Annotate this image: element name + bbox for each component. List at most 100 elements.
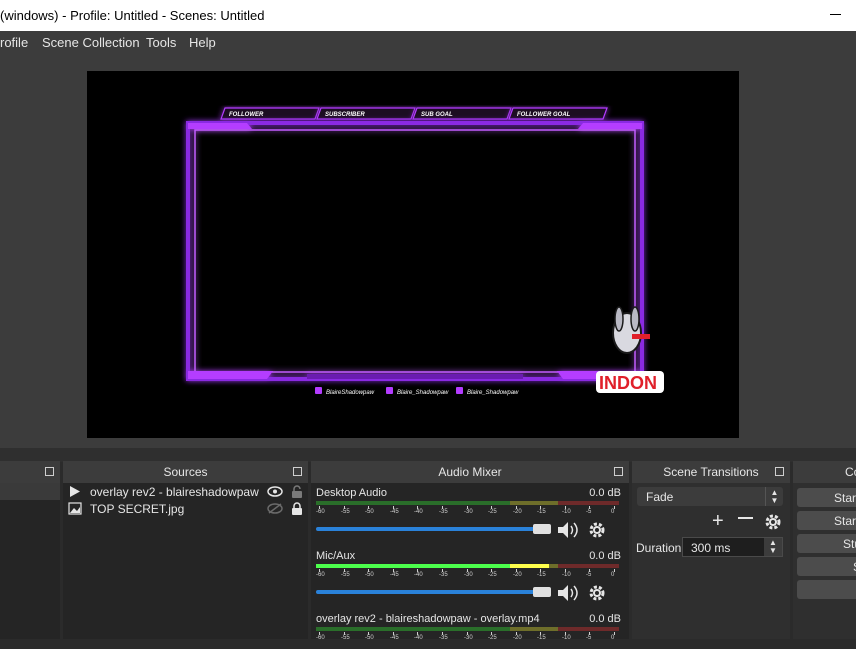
start-streaming-button[interactable]: Start xyxy=(797,488,856,507)
channel-db: 0.0 dB xyxy=(589,550,621,562)
float-icon[interactable] xyxy=(614,467,623,476)
menu-scene-collection[interactable]: Scene Collection xyxy=(42,35,140,50)
volume-meter xyxy=(316,564,619,568)
transition-select[interactable]: Fade ▲ ▼ xyxy=(637,487,783,506)
gear-icon[interactable] xyxy=(588,584,606,602)
source-item[interactable]: overlay rev2 - blaireshadowpaw - o xyxy=(63,484,308,501)
spinner-icon[interactable]: ▲ ▼ xyxy=(764,538,782,556)
volume-slider-handle[interactable] xyxy=(533,524,551,534)
meter-tick-label: -45 xyxy=(390,635,399,641)
speaker-icon[interactable] xyxy=(557,584,579,602)
menu-help[interactable]: Help xyxy=(189,35,216,50)
eye-hidden-icon[interactable] xyxy=(267,503,283,514)
minimize-icon[interactable] xyxy=(830,14,841,15)
source-label: TOP SECRET.jpg xyxy=(90,502,185,516)
gear-icon[interactable] xyxy=(588,521,606,539)
float-icon[interactable] xyxy=(45,467,54,476)
dock-splitter[interactable] xyxy=(0,448,856,462)
meter-tick-label: -50 xyxy=(365,635,374,641)
meter-tick-label: -35 xyxy=(439,635,448,641)
scenes-dock-title xyxy=(0,461,60,483)
meter-tick-label: -25 xyxy=(488,635,497,641)
meter-tick-label: -5 xyxy=(586,572,592,578)
duration-input[interactable]: 300 ms ▲ ▼ xyxy=(682,537,783,557)
float-icon[interactable] xyxy=(775,467,784,476)
channel-name: Desktop Audio xyxy=(316,487,387,499)
meter-tick-label: -15 xyxy=(537,635,546,641)
menu-profile[interactable]: rofile xyxy=(0,35,28,50)
meter-tick-label: -15 xyxy=(537,509,546,515)
preview-canvas[interactable]: FOLLOWER SUBSCRIBER SUB GOAL FOLLOWER GO… xyxy=(87,71,739,438)
volume-slider[interactable] xyxy=(316,527,550,531)
source-item[interactable]: TOP SECRET.jpg xyxy=(63,501,308,518)
lock-icon[interactable] xyxy=(291,502,303,516)
sources-list[interactable]: overlay rev2 - blaireshadowpaw - o TOP S… xyxy=(63,483,308,639)
volume-slider-handle[interactable] xyxy=(533,587,551,597)
transition-selected: Fade xyxy=(646,490,674,504)
meter-tick-label: -10 xyxy=(562,509,571,515)
mixer-channel: Desktop Audio 0.0 dB -60 -55 -50 -45 -40 -35-… xyxy=(311,483,629,545)
meter-tick-label: -40 xyxy=(414,635,423,641)
meter-tick-label: -30 xyxy=(464,572,473,578)
source-label: overlay rev2 - blaireshadowpaw - o xyxy=(90,485,260,499)
meter-tick-label: -20 xyxy=(513,509,522,515)
meter-tick-label: -60 xyxy=(316,509,325,515)
sources-title: Sources xyxy=(163,465,208,479)
logo-text: INDON xyxy=(599,373,657,393)
unlock-icon[interactable] xyxy=(291,485,303,499)
meter-ticks: -60 -55 -50 -45 -40 -35 -30 -25 -20 -15 -10 -5 0 xyxy=(316,506,621,518)
indon-logo: INDON Indonesian Donkey Studio xyxy=(596,306,664,397)
meter-tick-label: -35 xyxy=(439,572,448,578)
channel-db: 0.0 dB xyxy=(589,487,621,499)
goal-bars: FOLLOWER SUBSCRIBER SUB GOAL FOLLOWER GO… xyxy=(220,107,608,120)
start-recording-button[interactable]: Start xyxy=(797,511,856,530)
social-twitter: BlaireShadowpaw xyxy=(326,390,375,396)
scene-row-selected[interactable] xyxy=(0,483,60,500)
meter-tick-label: -10 xyxy=(562,635,571,641)
eye-icon[interactable] xyxy=(267,486,283,497)
facebook-icon xyxy=(456,387,463,394)
gear-icon[interactable] xyxy=(764,513,782,531)
transitions-body: Fade ▲ ▼ + Duration 300 ms ▲ ▼ xyxy=(632,483,790,639)
meter-tick-label: -50 xyxy=(365,509,374,515)
stream-overlay: FOLLOWER SUBSCRIBER SUB GOAL FOLLOWER GO… xyxy=(186,107,664,397)
mixer-channel: Mic/Aux 0.0 dB -60 -55 -50 -45 -40 -35 -30 -25-… xyxy=(311,546,629,608)
instagram-icon xyxy=(386,387,393,394)
channel-name: overlay rev2 - blaireshadowpaw - overlay… xyxy=(316,613,540,625)
meter-tick-label: 0 xyxy=(611,509,615,515)
scenes-list[interactable] xyxy=(0,483,60,639)
title-bar: (windows) - Profile: Untitled - Scenes: … xyxy=(0,0,856,31)
add-icon[interactable]: + xyxy=(712,511,724,531)
meter-tick-label: 0 xyxy=(611,635,615,641)
meter-tick-label: -45 xyxy=(390,509,399,515)
sources-dock: Sources overlay rev2 - blaireshadowpaw -… xyxy=(63,461,308,639)
controls-dock: Co Start Start Stu S xyxy=(793,461,856,639)
controls-dock-title: Co xyxy=(793,461,856,483)
meter-tick-label: -55 xyxy=(341,572,350,578)
goal-label-subscriber: SUBSCRIBER xyxy=(325,112,365,118)
menu-bar: rofile Scene Collection Tools Help xyxy=(0,31,856,53)
meter-tick-label: -35 xyxy=(439,509,448,515)
social-handles: BlaireShadowpaw Blaire_Shadowpaw Blaire_… xyxy=(315,387,519,396)
meter-ticks: -60 -55 -50 -45 -40 -35 -30 -25 -20 -15 -10 -5 0 xyxy=(316,632,621,644)
exit-button[interactable] xyxy=(797,580,856,599)
meter-tick-label: -30 xyxy=(464,509,473,515)
mixer-body: Desktop Audio 0.0 dB -60 -55 -50 -45 -40 -35-… xyxy=(311,483,629,641)
remove-icon[interactable] xyxy=(738,517,753,519)
studio-mode-button[interactable]: Stu xyxy=(797,534,856,553)
scenes-dock xyxy=(0,461,60,639)
speaker-icon[interactable] xyxy=(557,521,579,539)
settings-button[interactable]: S xyxy=(797,557,856,576)
volume-slider[interactable] xyxy=(316,590,550,594)
transitions-dock-title: Scene Transitions xyxy=(632,461,790,483)
meter-ticks: -60 -55 -50 -45 -40 -35 -30 -25 -20 -15 -10 -5 0 xyxy=(316,569,621,581)
goal-label-follower: FOLLOWER xyxy=(229,112,264,118)
mixer-dock-title: Audio Mixer xyxy=(311,461,629,483)
meter-tick-label: -5 xyxy=(586,509,592,515)
volume-meter xyxy=(316,501,619,505)
meter-tick-label: -60 xyxy=(316,635,325,641)
duration-value: 300 ms xyxy=(691,541,731,555)
meter-tick-label: 0 xyxy=(611,572,615,578)
float-icon[interactable] xyxy=(293,467,302,476)
menu-tools[interactable]: Tools xyxy=(146,35,176,50)
